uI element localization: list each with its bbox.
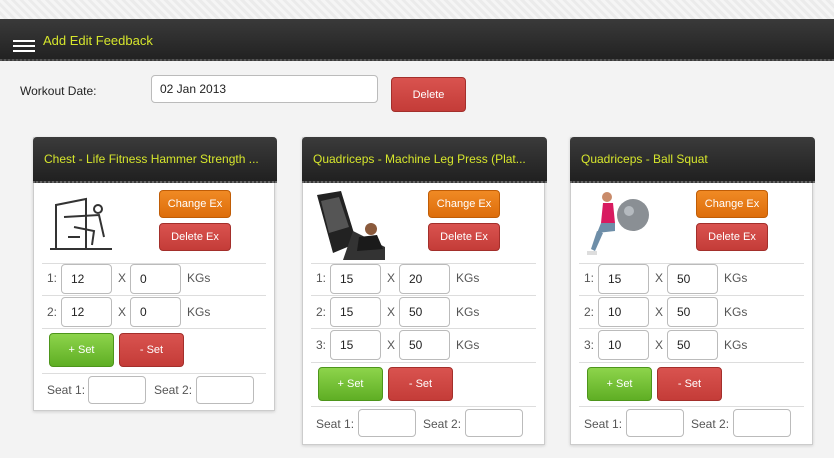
navbar: Add Edit Feedback (0, 19, 834, 61)
set-number: 2: (47, 305, 58, 319)
weight-input[interactable]: 50 (667, 264, 718, 294)
seat2-input[interactable] (465, 409, 523, 437)
seat2-label: Seat 2: (154, 383, 193, 397)
delete-workout-button[interactable]: Delete (391, 77, 466, 112)
weight-input[interactable]: 0 (130, 264, 181, 294)
divider (579, 406, 804, 407)
reps-input[interactable]: 10 (598, 330, 649, 360)
add-set-button[interactable]: + Set (587, 367, 652, 401)
unit-label: KGs (724, 338, 748, 352)
weight-input[interactable]: 50 (399, 330, 450, 360)
unit-label: KGs (456, 271, 480, 285)
exercise-card: Quadriceps - Ball Squat Change Ex Delete… (570, 137, 815, 445)
seat2-label: Seat 2: (691, 417, 730, 431)
seat1-label: Seat 1: (316, 417, 355, 431)
seat2-input[interactable] (196, 376, 254, 404)
divider (579, 362, 804, 363)
reps-input[interactable]: 10 (598, 297, 649, 327)
exercise-image (581, 187, 655, 260)
times-label: X (655, 271, 664, 285)
change-exercise-button[interactable]: Change Ex (696, 190, 768, 218)
weight-input[interactable]: 50 (667, 297, 718, 327)
set-number: 1: (584, 271, 595, 285)
page-title: Add Edit Feedback (43, 33, 153, 48)
times-label: X (387, 271, 396, 285)
remove-set-button[interactable]: - Set (119, 333, 184, 367)
unit-label: KGs (456, 338, 480, 352)
exercise-image (313, 187, 387, 260)
unit-label: KGs (187, 271, 211, 285)
add-set-button[interactable]: + Set (49, 333, 114, 367)
set-number: 1: (316, 271, 327, 285)
exercise-card: Quadriceps - Machine Leg Press (Plat... … (302, 137, 547, 445)
set-number: 3: (316, 338, 327, 352)
divider (579, 328, 804, 329)
workout-date-input[interactable] (151, 75, 378, 103)
divider (42, 328, 266, 329)
unit-label: KGs (187, 305, 211, 319)
seat1-input[interactable] (88, 376, 146, 404)
divider (579, 295, 804, 296)
reps-input[interactable]: 15 (598, 264, 649, 294)
exercise-image (44, 187, 118, 260)
remove-set-button[interactable]: - Set (388, 367, 453, 401)
change-exercise-button[interactable]: Change Ex (428, 190, 500, 218)
set-number: 2: (316, 305, 327, 319)
reps-input[interactable]: 12 (61, 264, 112, 294)
divider (311, 406, 536, 407)
unit-label: KGs (456, 305, 480, 319)
weight-input[interactable]: 20 (399, 264, 450, 294)
times-label: X (387, 338, 396, 352)
exercise-title: Chest - Life Fitness Hammer Strength ... (33, 137, 277, 183)
divider (42, 373, 266, 374)
set-number: 1: (47, 271, 58, 285)
top-decorative-strip (0, 0, 834, 19)
reps-input[interactable]: 15 (330, 297, 381, 327)
delete-exercise-button[interactable]: Delete Ex (696, 223, 768, 251)
unit-label: KGs (724, 305, 748, 319)
exercise-title: Quadriceps - Machine Leg Press (Plat... (302, 137, 547, 183)
times-label: X (655, 305, 664, 319)
weight-input[interactable]: 0 (130, 297, 181, 327)
seat1-input[interactable] (626, 409, 684, 437)
reps-input[interactable]: 15 (330, 330, 381, 360)
delete-exercise-button[interactable]: Delete Ex (428, 223, 500, 251)
change-exercise-button[interactable]: Change Ex (159, 190, 231, 218)
divider (311, 362, 536, 363)
weight-input[interactable]: 50 (667, 330, 718, 360)
seat1-label: Seat 1: (584, 417, 623, 431)
seat2-label: Seat 2: (423, 417, 462, 431)
delete-exercise-button[interactable]: Delete Ex (159, 223, 231, 251)
times-label: X (655, 338, 664, 352)
times-label: X (387, 305, 396, 319)
times-label: X (118, 271, 127, 285)
seat1-label: Seat 1: (47, 383, 86, 397)
weight-input[interactable]: 50 (399, 297, 450, 327)
divider (311, 295, 536, 296)
menu-icon[interactable] (13, 40, 35, 54)
reps-input[interactable]: 12 (61, 297, 112, 327)
workout-date-label: Workout Date: (20, 84, 97, 98)
exercise-card: Chest - Life Fitness Hammer Strength ...… (33, 137, 277, 411)
add-set-button[interactable]: + Set (318, 367, 383, 401)
seat2-input[interactable] (733, 409, 791, 437)
remove-set-button[interactable]: - Set (657, 367, 722, 401)
reps-input[interactable]: 15 (330, 264, 381, 294)
divider (311, 328, 536, 329)
divider (42, 295, 266, 296)
unit-label: KGs (724, 271, 748, 285)
set-number: 2: (584, 305, 595, 319)
seat1-input[interactable] (358, 409, 416, 437)
set-number: 3: (584, 338, 595, 352)
times-label: X (118, 305, 127, 319)
exercise-title: Quadriceps - Ball Squat (570, 137, 815, 183)
